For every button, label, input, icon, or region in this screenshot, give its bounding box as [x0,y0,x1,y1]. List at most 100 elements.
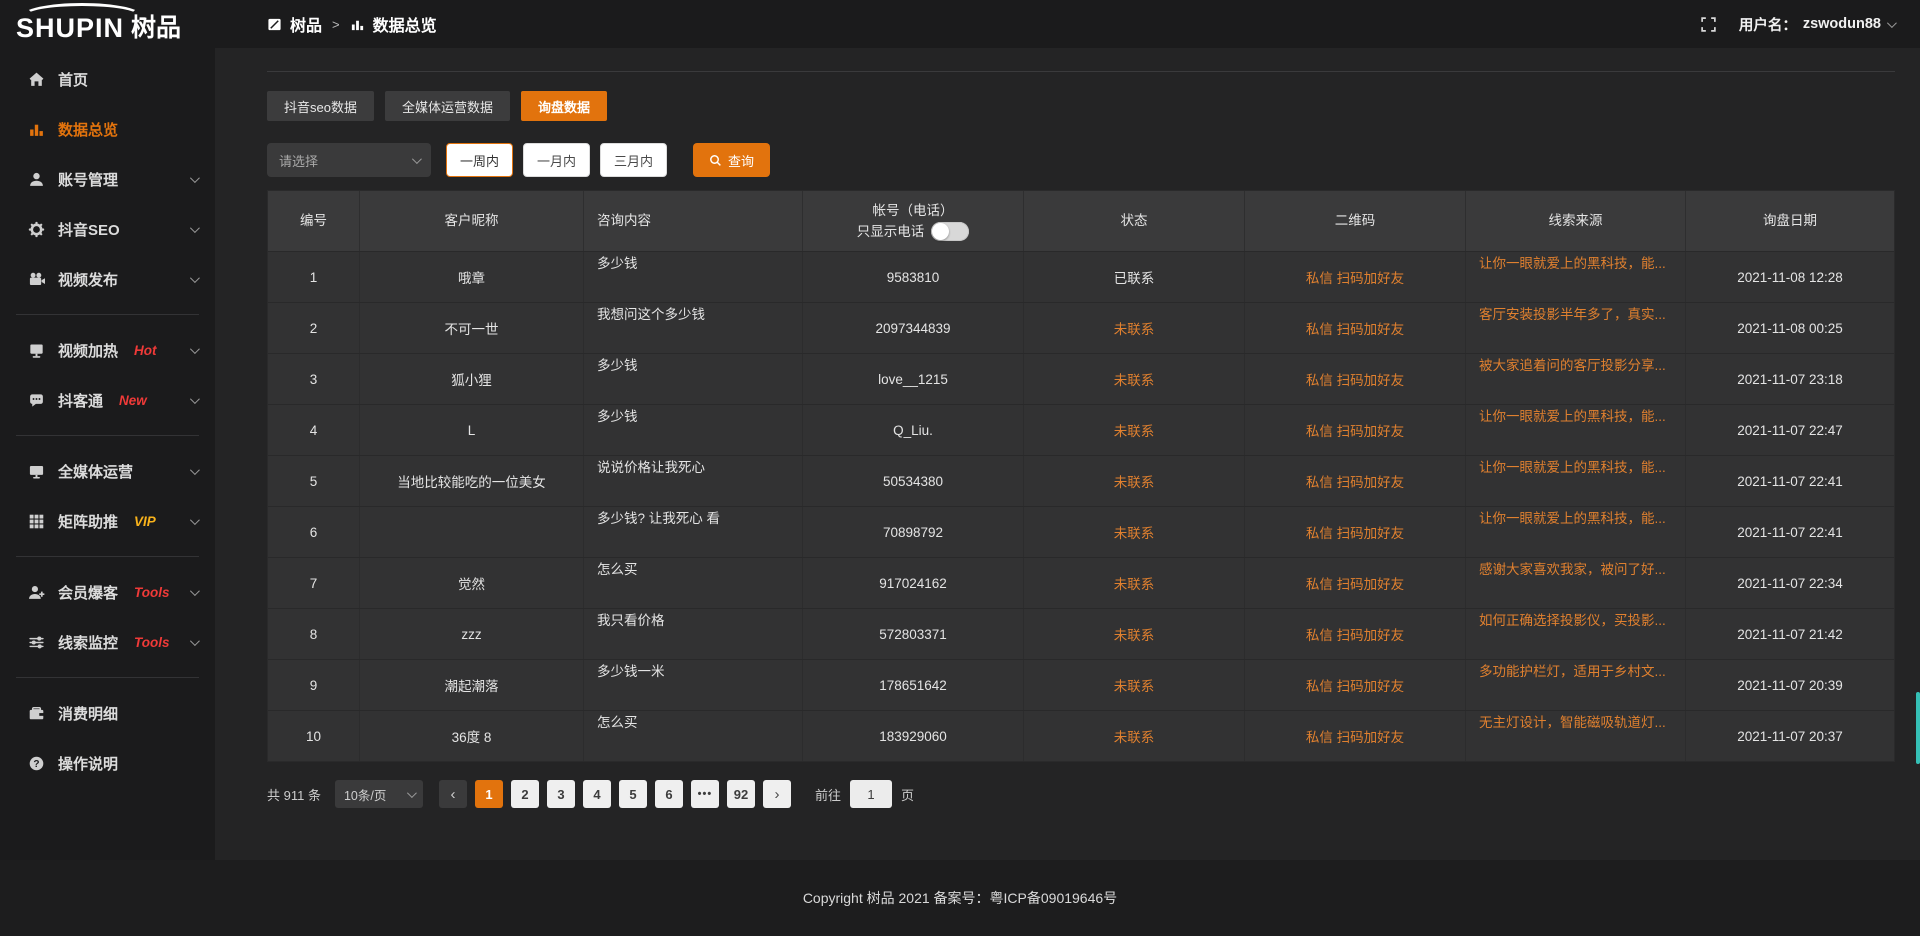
cell-source[interactable]: 让你一眼就爱上的黑科技，能... [1466,252,1686,302]
sidebar-item-video-heat[interactable]: 视频加热Hot [0,325,215,375]
fullscreen-icon[interactable] [1700,16,1717,33]
sidebar-item-douyin-seo[interactable]: 抖音SEO [0,204,215,254]
cell-source[interactable]: 客厅安装投影半年多了，真实... [1466,303,1686,353]
cell-qrcode[interactable]: 私信 扫码加好友 [1245,711,1466,761]
cell-source[interactable]: 感谢大家喜欢我家，被问了好... [1466,558,1686,608]
tab-media-operation-data[interactable]: 全媒体运营数据 [385,91,510,121]
sidebar-item-data-overview[interactable]: 数据总览 [0,104,215,154]
user-menu[interactable]: 用户名：zswodun88 [1739,14,1894,35]
cell-qrcode[interactable]: 私信 扫码加好友 [1245,456,1466,506]
cell-source[interactable]: 如何正确选择投影仪，买投影... [1466,609,1686,659]
page-button-3[interactable]: 3 [547,780,575,808]
sidebar-item-douketong[interactable]: 抖客通New [0,375,215,425]
screen-icon [27,341,45,359]
range-button-one-week[interactable]: 一周内 [446,143,513,177]
cell-qrcode[interactable]: 私信 扫码加好友 [1245,354,1466,404]
cell-source[interactable]: 多功能护栏灯，适用于乡村文... [1466,660,1686,710]
cell-status: 未联系 [1024,354,1245,404]
column-header-status: 状态 [1024,191,1245,251]
cell-source[interactable]: 让你一眼就爱上的黑科技，能... [1466,507,1686,557]
sidebar-item-video-publish[interactable]: 视频发布 [0,254,215,304]
chevron-down-icon [412,154,422,164]
cell-source[interactable]: 无主灯设计，智能磁吸轨道灯... [1466,711,1686,761]
cell-account: Q_Liu. [803,405,1024,455]
cell-status: 未联系 [1024,609,1245,659]
table-row: 8zzz我只看价格572803371未联系私信 扫码加好友如何正确选择投影仪，买… [268,608,1894,659]
cell-account: 183929060 [803,711,1024,761]
monitor-icon [27,462,45,480]
search-button[interactable]: 查询 [693,143,770,177]
gear-icon [27,220,45,238]
cell-nickname: 潮起潮落 [360,660,584,710]
column-header-source: 线索来源 [1466,191,1686,251]
search-icon [709,154,722,167]
app-logo[interactable]: SHUPIN 树品 [0,0,215,48]
cell-content: 我想问这个多少钱 [584,303,803,353]
filter-select[interactable]: 请选择 [267,143,431,177]
sidebar-item-label: 抖音SEO [58,219,120,240]
sidebar-item-member-baoke[interactable]: 会员爆客Tools [0,567,215,617]
chevron-down-icon [190,636,200,646]
chat-icon [27,391,45,409]
cell-account: 178651642 [803,660,1024,710]
sidebar-item-operation-guide[interactable]: ?操作说明 [0,738,215,788]
cell-status: 未联系 [1024,303,1245,353]
goto-page-input[interactable] [850,780,892,808]
table-body: 1哦章多少钱9583810已联系私信 扫码加好友让你一眼就爱上的黑科技，能...… [268,251,1894,761]
page-button-92[interactable]: 92 [727,780,755,808]
tab-inquiry-data[interactable]: 询盘数据 [521,91,607,121]
cell-status: 未联系 [1024,507,1245,557]
page-size-select[interactable]: 10条/页 [335,780,423,808]
scrollbar-thumb[interactable] [1916,692,1920,764]
sidebar-item-clue-monitor[interactable]: 线索监控Tools [0,617,215,667]
cell-date: 2021-11-08 12:28 [1686,252,1894,302]
cell-qrcode[interactable]: 私信 扫码加好友 [1245,252,1466,302]
page-button-4[interactable]: 4 [583,780,611,808]
page-button-5[interactable]: 5 [619,780,647,808]
phone-only-toggle[interactable] [931,222,969,241]
cell-nickname: 不可一世 [360,303,584,353]
header-separator [267,71,1895,72]
cell-content: 多少钱? 让我死心 看 [584,507,803,557]
tab-douyin-seo-data[interactable]: 抖音seo数据 [267,91,374,121]
cell-qrcode[interactable]: 私信 扫码加好友 [1245,660,1466,710]
cell-source[interactable]: 让你一眼就爱上的黑科技，能... [1466,405,1686,455]
main-content: 抖音seo数据全媒体运营数据询盘数据 请选择 一周内一月内三月内 查询 编号 客… [215,48,1920,860]
sidebar-item-matrix-boost[interactable]: 矩阵助推VIP [0,496,215,546]
home-icon [27,70,45,88]
range-button-one-month[interactable]: 一月内 [523,143,590,177]
sidebar-item-consume-detail[interactable]: 消费明细 [0,688,215,738]
cell-qrcode[interactable]: 私信 扫码加好友 [1245,558,1466,608]
column-header-qrcode: 二维码 [1245,191,1466,251]
breadcrumb: 树品 > 数据总览 [267,12,437,36]
prev-page-button[interactable]: ‹ [439,780,467,808]
page-button-1[interactable]: 1 [475,780,503,808]
cell-source[interactable]: 让你一眼就爱上的黑科技，能... [1466,456,1686,506]
sidebar-item-media-operation[interactable]: 全媒体运营 [0,446,215,496]
cell-qrcode[interactable]: 私信 扫码加好友 [1245,303,1466,353]
chevron-down-icon [190,223,200,233]
cell-id: 3 [268,354,360,404]
breadcrumb-item-root[interactable]: 树品 [290,12,322,36]
range-button-three-month[interactable]: 三月内 [600,143,667,177]
search-button-label: 查询 [728,151,754,170]
cell-nickname: L [360,405,584,455]
chevron-down-icon [190,515,200,525]
page-button-2[interactable]: 2 [511,780,539,808]
cell-qrcode[interactable]: 私信 扫码加好友 [1245,507,1466,557]
cell-qrcode[interactable]: 私信 扫码加好友 [1245,609,1466,659]
cell-qrcode[interactable]: 私信 扫码加好友 [1245,405,1466,455]
sidebar-divider [16,435,199,436]
sidebar-item-account-manage[interactable]: 账号管理 [0,154,215,204]
sidebar-item-label: 线索监控 [58,632,118,653]
pages-more-button[interactable]: ••• [691,780,719,808]
pagination: 共 911 条 10条/页 ‹ 123456•••92 › 前往 页 [267,780,1895,808]
sidebar-item-home[interactable]: 首页 [0,54,215,104]
cell-source[interactable]: 被大家追着问的客厅投影分享... [1466,354,1686,404]
page-button-6[interactable]: 6 [655,780,683,808]
next-page-button[interactable]: › [763,780,791,808]
wallet-icon [27,704,45,722]
data-tabs: 抖音seo数据全媒体运营数据询盘数据 [267,91,1895,121]
page-size-value: 10条/页 [344,785,407,804]
table-row: 1036度 8怎么买183929060未联系私信 扫码加好友无主灯设计，智能磁吸… [268,710,1894,761]
